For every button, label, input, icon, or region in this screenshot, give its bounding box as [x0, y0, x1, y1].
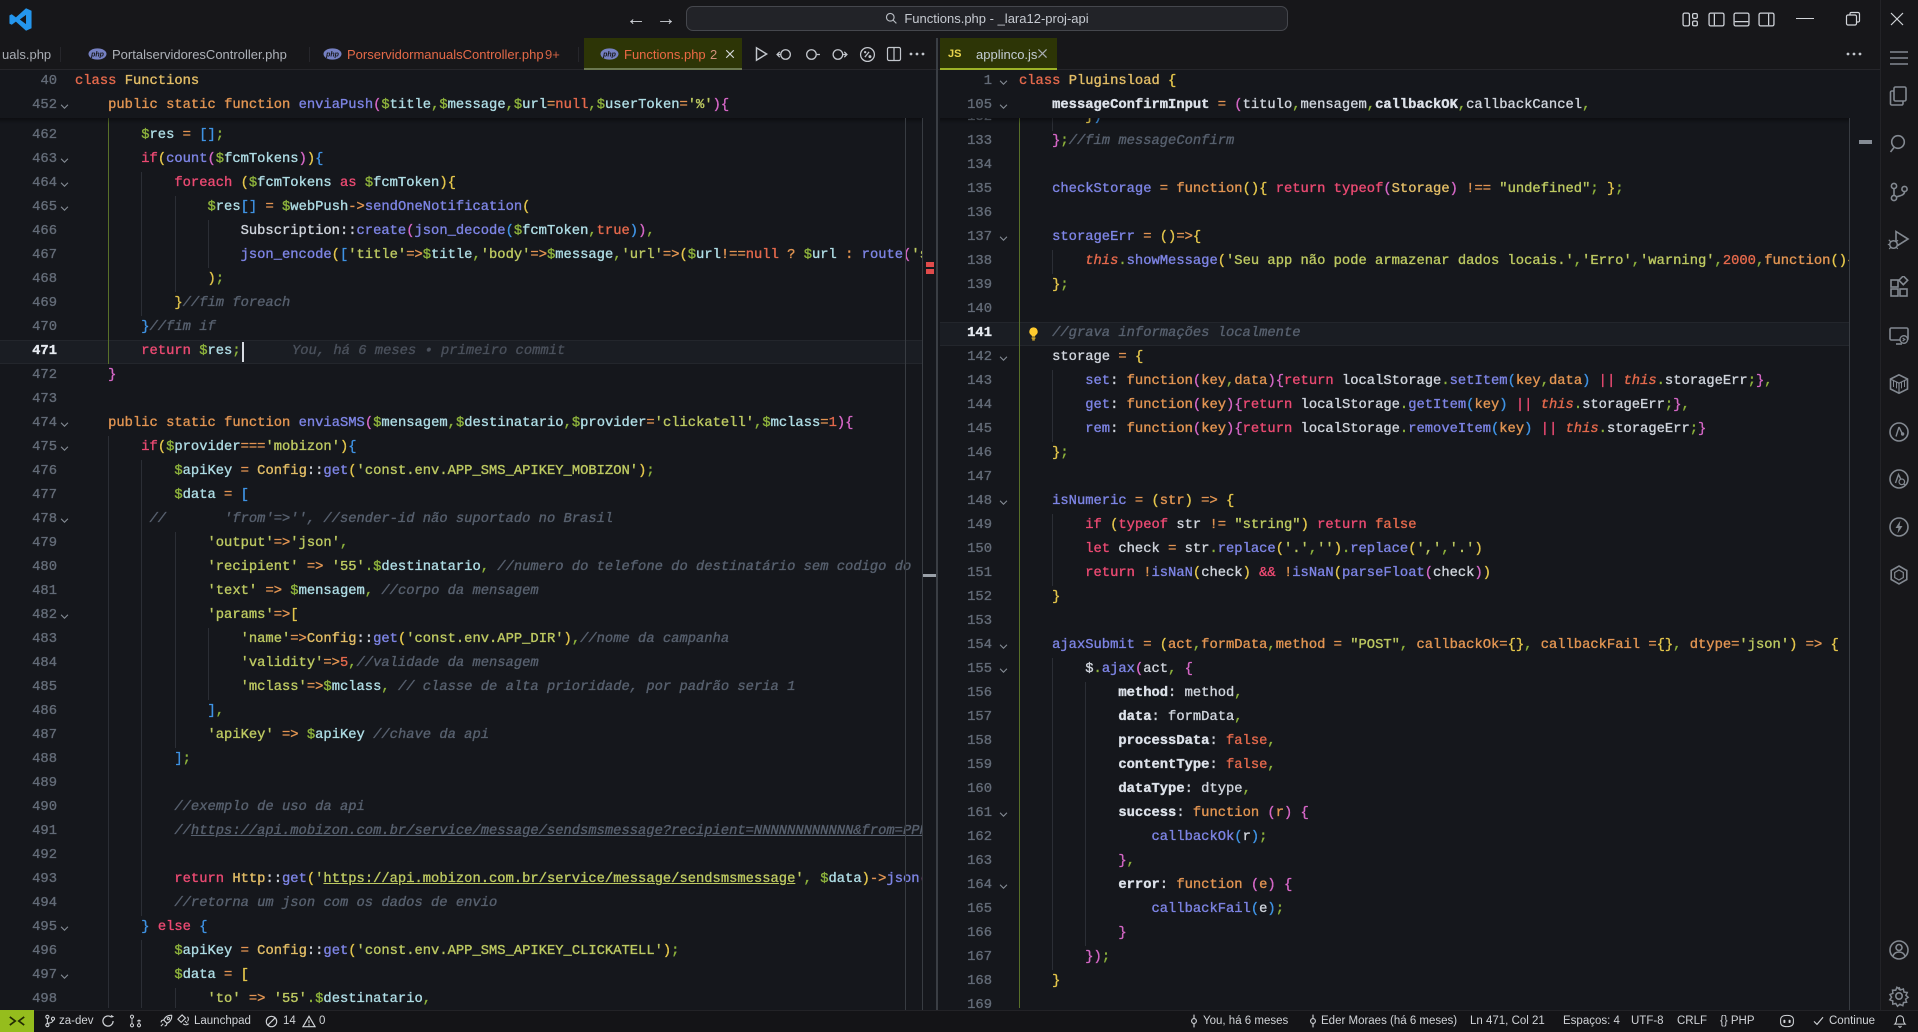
svg-text:php: php [602, 52, 617, 59]
svg-text:php: php [90, 52, 105, 59]
svg-text:php: php [325, 52, 340, 59]
